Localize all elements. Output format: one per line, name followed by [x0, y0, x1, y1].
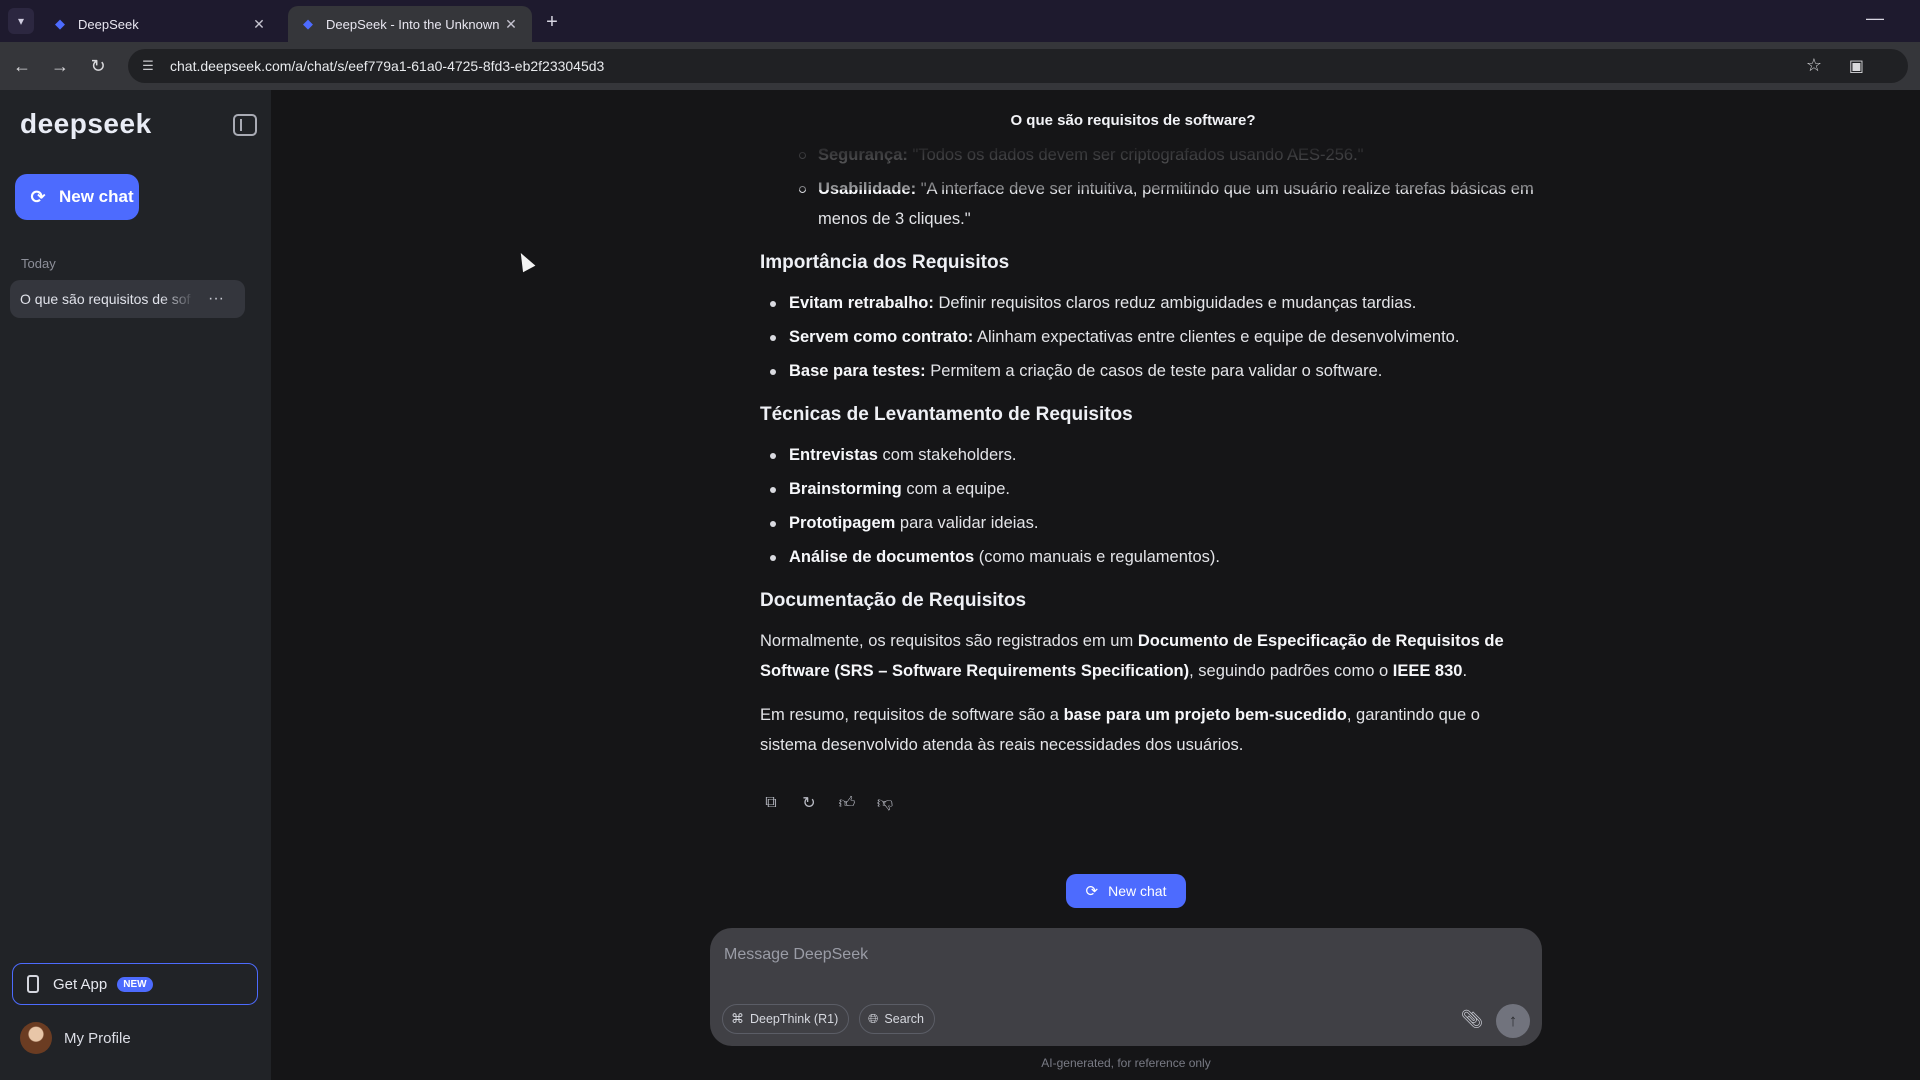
paragraph: Em resumo, requisitos de software são a …	[760, 706, 1480, 754]
globe-icon: 🌐︎	[868, 1011, 879, 1026]
thumbs-up-icon[interactable]: 👍︎	[836, 792, 858, 814]
history-item-label: O que são requisitos de sof	[20, 291, 191, 307]
ai-disclaimer: AI-generated, for reference only	[1041, 1056, 1211, 1070]
bullet-list: Entrevistas com stakeholders. Brainstorm…	[768, 440, 1540, 572]
section-heading: Documentação de Requisitos	[760, 590, 1027, 611]
profile-label: My Profile	[64, 1029, 131, 1047]
extensions-icon[interactable]: ▣	[1849, 56, 1864, 76]
assistant-message: Segurança: "Todos os dados devem ser cri…	[760, 140, 1540, 774]
bullet-list: Evitam retrabalho: Definir requisitos cl…	[768, 288, 1540, 386]
new-chat-label: New chat	[59, 187, 134, 206]
send-button[interactable]: ↑	[1496, 1004, 1530, 1038]
reload-button[interactable]: ↻	[86, 54, 110, 78]
list-item: Base para testes: Permitem a criação de …	[768, 356, 1540, 386]
tab-search-button[interactable]: ▾	[8, 8, 34, 34]
minimize-window-icon[interactable]: —	[1866, 8, 1884, 29]
site-settings-icon[interactable]: ☰	[134, 52, 162, 80]
new-badge: NEW	[117, 976, 153, 992]
browser-tab-active[interactable]: ◆ DeepSeek - Into the Unknown ✕	[288, 6, 532, 42]
sidebar: deepseek ⟳ New chat Today O que são requ…	[0, 90, 271, 1080]
my-profile-button[interactable]: My Profile	[20, 1022, 131, 1054]
new-chat-label: New chat	[1108, 883, 1167, 899]
deepseek-logo: deepseek	[20, 108, 152, 139]
browser-tab-deepseek[interactable]: ◆ DeepSeek ✕	[40, 6, 280, 42]
list-item: Servem como contrato: Alinham expectativ…	[768, 322, 1540, 352]
list-item: Segurança: "Todos os dados devem ser cri…	[798, 140, 1540, 170]
search-label: Search	[884, 1012, 925, 1026]
list-item: Análise de documentos (como manuais e re…	[768, 542, 1540, 572]
history-item[interactable]: O que são requisitos de sof ···	[10, 280, 245, 318]
tab-title: DeepSeek - Into the Unknown	[326, 16, 500, 32]
chat-main: O que são requisitos de software? Segura…	[271, 90, 1920, 1080]
close-tab-icon[interactable]: ✕	[250, 15, 268, 33]
close-tab-icon[interactable]: ✕	[502, 15, 520, 33]
history-section-label: Today	[21, 256, 56, 271]
browser-toolbar: ← → ↻ ☰ chat.deepseek.com/a/chat/s/eef77…	[0, 42, 1920, 90]
forward-button[interactable]: →	[48, 54, 72, 78]
more-options-icon[interactable]: ···	[208, 290, 224, 308]
list-item: Entrevistas com stakeholders.	[768, 440, 1540, 470]
message-composer: ⌘ DeepThink (R1) 🌐︎ Search 📎︎ ↑	[710, 928, 1542, 1046]
sub-list: Segurança: "Todos os dados devem ser cri…	[798, 140, 1540, 234]
copy-icon[interactable]: ⧉	[760, 792, 782, 814]
collapse-sidebar-icon[interactable]	[233, 114, 257, 136]
phone-icon	[27, 975, 39, 993]
search-toggle[interactable]: 🌐︎ Search	[859, 1004, 936, 1034]
paragraph: Normalmente, os requisitos são registrad…	[760, 632, 1504, 680]
avatar	[20, 1022, 52, 1054]
new-chat-button[interactable]: ⟳ New chat	[15, 174, 139, 220]
tab-title: DeepSeek	[78, 16, 139, 32]
message-actions: ⧉ ↻ 👍︎ 👎︎	[760, 792, 912, 814]
new-tab-button[interactable]: +	[540, 10, 564, 34]
deepseek-favicon-icon: ◆	[303, 16, 313, 31]
get-app-label: Get App	[53, 975, 108, 993]
bookmark-star-icon[interactable]: ☆	[1806, 55, 1822, 76]
browser-tab-bar: ▾ ◆ DeepSeek ✕ ◆ DeepSeek - Into the Unk…	[0, 0, 1920, 42]
section-heading: Técnicas de Levantamento de Requisitos	[760, 404, 1133, 425]
list-item: Brainstorming com a equipe.	[768, 474, 1540, 504]
deepseek-favicon-icon: ◆	[55, 16, 65, 31]
message-input[interactable]	[724, 940, 1524, 970]
list-item: Evitam retrabalho: Definir requisitos cl…	[768, 288, 1540, 318]
new-chat-icon: ⟳	[30, 186, 46, 207]
url-text: chat.deepseek.com/a/chat/s/eef779a1-61a0…	[170, 58, 605, 74]
list-item: Usabilidade: "A interface deve ser intui…	[798, 174, 1540, 234]
deepthink-label: DeepThink (R1)	[750, 1012, 839, 1026]
list-item: Prototipagem para validar ideias.	[768, 508, 1540, 538]
regenerate-icon[interactable]: ↻	[798, 792, 820, 814]
new-chat-floating-button[interactable]: ⟳ New chat	[1066, 874, 1186, 908]
deepthink-icon: ⌘	[731, 1011, 744, 1026]
thumbs-down-icon[interactable]: 👎︎	[874, 792, 896, 814]
address-bar[interactable]: ☰ chat.deepseek.com/a/chat/s/eef779a1-61…	[128, 49, 1908, 83]
new-chat-icon: ⟳	[1085, 883, 1099, 900]
back-button[interactable]: ←	[10, 54, 34, 78]
chat-title: O que são requisitos de software?	[1010, 112, 1256, 129]
deepthink-toggle[interactable]: ⌘ DeepThink (R1)	[722, 1004, 850, 1034]
get-app-button[interactable]: Get App NEW	[12, 963, 258, 1005]
section-heading: Importância dos Requisitos	[760, 252, 1010, 273]
attach-paperclip-icon[interactable]: 📎︎	[1460, 1006, 1484, 1032]
